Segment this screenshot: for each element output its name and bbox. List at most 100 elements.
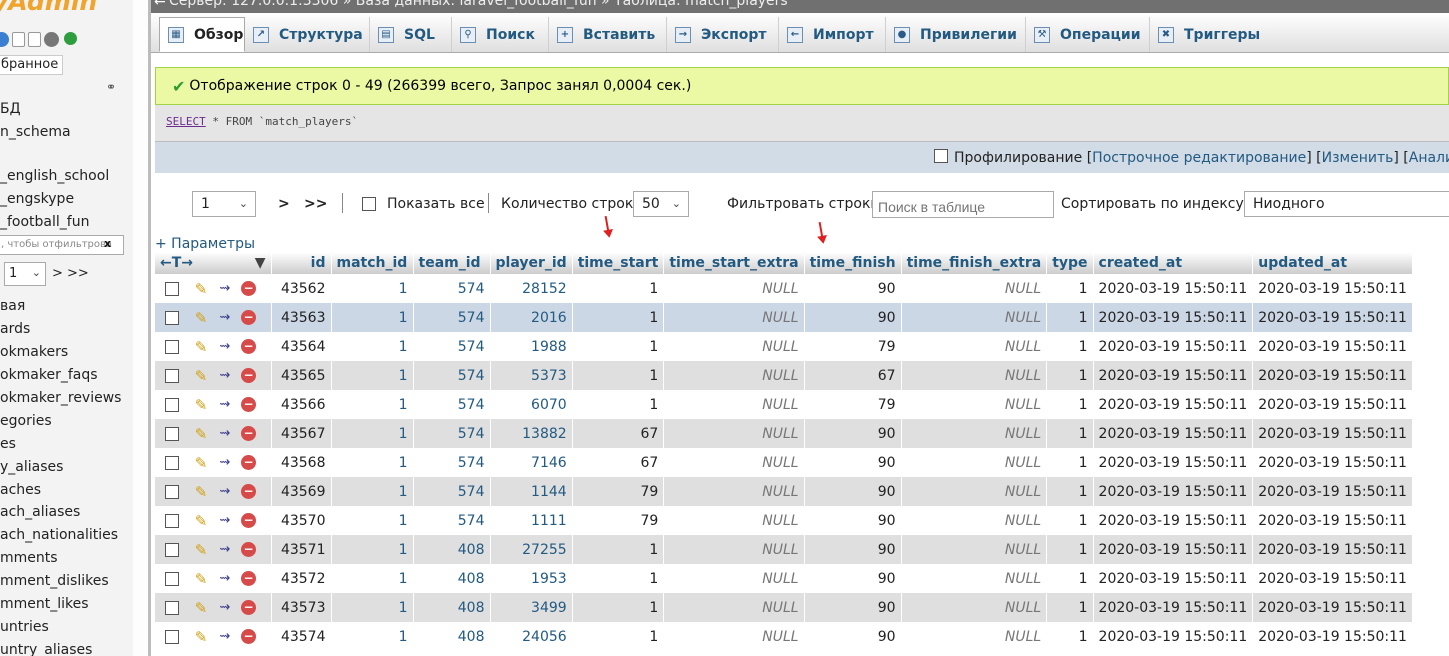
pencil-icon[interactable]: ✎: [193, 368, 209, 384]
delete-icon[interactable]: −: [241, 368, 256, 383]
cell-updated-at[interactable]: 2020-03-19 15:50:11: [1252, 303, 1413, 332]
cell-time-finish-extra[interactable]: NULL: [901, 477, 1048, 506]
table-item[interactable]: untry_aliases: [0, 642, 92, 656]
db-item[interactable]: _football_fun: [0, 214, 89, 230]
cell-id[interactable]: 43568: [271, 448, 332, 477]
cell-time-finish-extra[interactable]: NULL: [901, 390, 1048, 419]
cell-created-at[interactable]: 2020-03-19 15:50:11: [1093, 448, 1254, 477]
cell-team-id[interactable]: 408: [413, 564, 491, 593]
pencil-icon[interactable]: ✎: [193, 484, 209, 500]
copy-row-icon[interactable]: ⇝: [217, 542, 233, 558]
cell-player-id[interactable]: 28152: [490, 274, 573, 303]
cell-updated-at[interactable]: 2020-03-19 15:50:11: [1252, 564, 1413, 593]
column-header-created-at[interactable]: created_at: [1093, 252, 1254, 274]
pencil-icon[interactable]: ✎: [193, 397, 209, 413]
cell-time-start-extra[interactable]: NULL: [663, 332, 805, 361]
table-item[interactable]: aches: [0, 482, 41, 498]
cell-time-start[interactable]: 1: [572, 274, 665, 303]
cell-match-id[interactable]: 1: [331, 274, 414, 303]
cell-created-at[interactable]: 2020-03-19 15:50:11: [1093, 303, 1254, 332]
cell-time-finish-extra[interactable]: NULL: [901, 593, 1048, 622]
cell-type[interactable]: 1: [1046, 477, 1094, 506]
cell-type[interactable]: 1: [1046, 303, 1094, 332]
cell-time-start-extra[interactable]: NULL: [663, 535, 805, 564]
cell-time-start[interactable]: 1: [572, 390, 665, 419]
pencil-icon[interactable]: ✎: [193, 339, 209, 355]
copy-row-icon[interactable]: ⇝: [217, 397, 233, 413]
breadcrumb-text[interactable]: Сервер: 127.0.0.1:3306 » Вaзa данных: la…: [169, 0, 788, 9]
cell-time-finish-extra[interactable]: NULL: [901, 448, 1048, 477]
pencil-icon[interactable]: ✎: [193, 426, 209, 442]
table-row[interactable]: ✎ ⇝ −43572 1 408 1953 1 NULL 90 NULL 1 2020-03-19 1…: [155, 564, 1413, 593]
column-header-time-finish-extra[interactable]: time_finish_extra: [901, 252, 1048, 274]
cell-match-id[interactable]: 1: [331, 535, 414, 564]
cell-created-at[interactable]: 2020-03-19 15:50:11: [1093, 506, 1254, 535]
row-checkbox[interactable]: [165, 426, 179, 441]
cell-created-at[interactable]: 2020-03-19 15:50:11: [1093, 622, 1254, 651]
row-checkbox[interactable]: [165, 455, 179, 470]
cell-created-at[interactable]: 2020-03-19 15:50:11: [1093, 332, 1254, 361]
cell-id[interactable]: 43562: [271, 274, 332, 303]
tab-operations[interactable]: ⚒ Операции: [1026, 17, 1150, 52]
table-item[interactable]: вая: [0, 298, 25, 314]
cell-updated-at[interactable]: 2020-03-19 15:50:11: [1252, 622, 1413, 651]
cell-id[interactable]: 43573: [271, 593, 332, 622]
copy-row-icon[interactable]: ⇝: [217, 426, 233, 442]
sort-index-select[interactable]: Ниодного: [1244, 191, 1449, 217]
cell-time-start-extra[interactable]: NULL: [663, 506, 805, 535]
column-toggle-header[interactable]: ←T→ ▼: [155, 252, 272, 274]
reload-icon[interactable]: [64, 32, 77, 45]
gear-icon[interactable]: [44, 32, 59, 47]
cell-time-start-extra[interactable]: NULL: [663, 622, 805, 651]
home-icon[interactable]: [0, 32, 9, 47]
table-item[interactable]: mment_dislikes: [0, 573, 109, 589]
cell-player-id[interactable]: 3499: [490, 593, 573, 622]
table-row[interactable]: ✎ ⇝ −43568 1 574 7146 67 NULL 90 NULL 1 2020-03-19 …: [155, 448, 1413, 477]
cell-match-id[interactable]: 1: [331, 361, 414, 390]
column-header-type[interactable]: type: [1046, 252, 1094, 274]
cell-type[interactable]: 1: [1046, 448, 1094, 477]
cell-time-start[interactable]: 1: [572, 303, 665, 332]
tab-export[interactable]: → Экспорт: [667, 17, 779, 52]
cell-type[interactable]: 1: [1046, 622, 1094, 651]
back-arrow-icon[interactable]: ←: [154, 0, 166, 10]
cell-updated-at[interactable]: 2020-03-19 15:50:11: [1252, 535, 1413, 564]
table-item[interactable]: ards: [0, 321, 30, 337]
tab-sql[interactable]: ▤ SQL: [370, 17, 452, 52]
cell-player-id[interactable]: 13882: [490, 419, 573, 448]
copy-row-icon[interactable]: ⇝: [217, 600, 233, 616]
cell-id[interactable]: 43570: [271, 506, 332, 535]
table-row[interactable]: ✎ ⇝ −43569 1 574 1144 79 NULL 90 NULL 1 2020-03-19 …: [155, 477, 1413, 506]
profiling-checkbox[interactable]: [934, 149, 948, 163]
cell-time-start-extra[interactable]: NULL: [663, 361, 805, 390]
clear-filter-button[interactable]: x: [104, 237, 111, 250]
cell-time-finish[interactable]: 79: [804, 390, 902, 419]
cell-type[interactable]: 1: [1046, 506, 1094, 535]
next-page-button[interactable]: >: [278, 196, 290, 212]
cell-id[interactable]: 43569: [271, 477, 332, 506]
column-arrows-icon[interactable]: ←T→: [160, 255, 193, 271]
cell-match-id[interactable]: 1: [331, 593, 414, 622]
row-checkbox[interactable]: [165, 310, 179, 325]
table-item[interactable]: okmaker_faqs: [0, 367, 98, 383]
db-item[interactable]: БД: [0, 101, 21, 117]
tab-insert[interactable]: + Вставить: [549, 17, 667, 52]
cell-created-at[interactable]: 2020-03-19 15:50:11: [1093, 361, 1254, 390]
panel-splitter[interactable]: [133, 0, 149, 656]
table-row[interactable]: ✎ ⇝ −43574 1 408 24056 1 NULL 90 NULL 1 2020-03-19 …: [155, 622, 1413, 651]
cell-time-finish-extra[interactable]: NULL: [901, 506, 1048, 535]
cell-time-start-extra[interactable]: NULL: [663, 274, 805, 303]
cell-type[interactable]: 1: [1046, 564, 1094, 593]
cell-time-finish-extra[interactable]: NULL: [901, 419, 1048, 448]
cell-type[interactable]: 1: [1046, 593, 1094, 622]
cell-created-at[interactable]: 2020-03-19 15:50:11: [1093, 477, 1254, 506]
delete-icon[interactable]: −: [241, 397, 256, 412]
cell-type[interactable]: 1: [1046, 361, 1094, 390]
cell-time-finish[interactable]: 90: [804, 477, 902, 506]
cell-time-start-extra[interactable]: NULL: [663, 593, 805, 622]
phpmyadmin-logo[interactable]: yAdmin: [0, 0, 97, 16]
cell-created-at[interactable]: 2020-03-19 15:50:11: [1093, 274, 1254, 303]
tab-privileges[interactable]: ● Привилегии: [886, 17, 1026, 52]
cell-team-id[interactable]: 408: [413, 535, 491, 564]
cell-time-start-extra[interactable]: NULL: [663, 390, 805, 419]
